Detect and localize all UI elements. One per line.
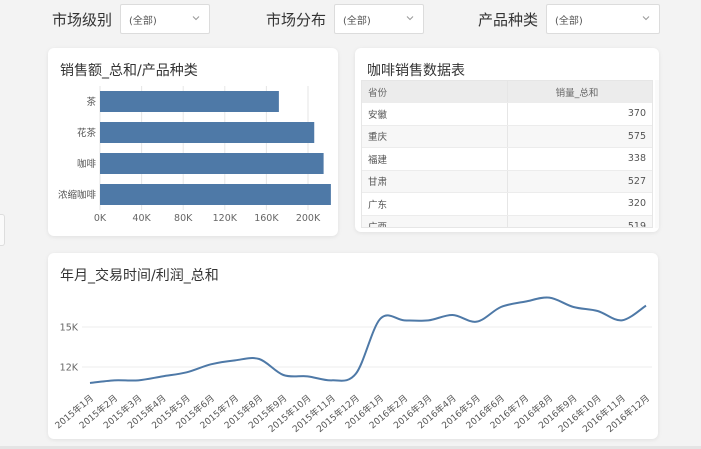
chevron-down-icon (406, 16, 414, 21)
filter-label: 市场分布 (266, 10, 327, 29)
cell-sales: 320 (627, 198, 646, 210)
cell-province: 福建 (362, 148, 508, 170)
market-distribution-select[interactable]: (全部) (334, 4, 425, 34)
table-row[interactable]: 甘肃 527 (362, 170, 652, 193)
chevron-down-icon (192, 16, 200, 21)
filter-market-level: 市场级别 (全部) (52, 4, 211, 34)
category-label: 茶 (86, 96, 96, 108)
table-row[interactable]: 广东 320 (362, 193, 652, 216)
bar-chart: 0K 40K 80K 120K 160K 200K 茶花茶咖啡浓缩咖啡 (58, 86, 331, 224)
table-row[interactable]: 安徽 370 (362, 103, 652, 126)
cell-sales: 519 (627, 220, 646, 228)
table-row[interactable]: 福建 338 (362, 148, 652, 171)
cell-sales: 527 (627, 175, 646, 187)
cell-province: 甘肃 (362, 170, 508, 192)
filter-label: 产品种类 (478, 10, 539, 29)
bar-chart-card: 销售额_总和/产品种类 0K 40K 80K 120K 160K 200K 茶花茶 咖啡 浓缩咖… (48, 48, 338, 236)
market-level-select[interactable]: (全部) (120, 4, 211, 34)
cell-province: 广西 (362, 215, 508, 227)
table-header-row: 省份 销量_总和 (362, 81, 652, 103)
select-value: (全部) (129, 15, 157, 27)
category-label: 浓缩咖啡 (58, 189, 97, 201)
cell-province: 重庆 (362, 125, 508, 147)
cell-province: 广东 (362, 193, 508, 215)
profit-line (89, 296, 647, 384)
line-chart-card: 年月_交易时间/利润_总和 12K 15K 2015年1月 2015年2月 2015年3… (48, 253, 658, 439)
table-row[interactable]: 广西 519 (362, 215, 652, 228)
x-tick-label: 200K (296, 213, 321, 224)
y-tick-label: 15K (60, 323, 79, 334)
filter-label: 市场级别 (52, 10, 113, 29)
x-tick-label: 120K (213, 213, 238, 224)
x-tick-label: 40K (132, 213, 151, 224)
x-tick-label: 160K (254, 213, 279, 224)
cell-province: 安徽 (362, 103, 508, 125)
category-label: 花茶 (77, 127, 97, 139)
y-tick-label: 12K (60, 363, 79, 374)
table-scrollbar[interactable] (655, 80, 659, 228)
filter-market-distribution: 市场分布 (全部) (266, 4, 425, 34)
select-value: (全部) (343, 15, 371, 27)
table-card: 咖啡销售数据表 省份 销量_总和 安徽 370 重庆 575 福建 338 甘肃… (355, 48, 659, 232)
select-value: (全部) (555, 15, 583, 27)
cell-sales: 370 (627, 108, 646, 120)
bar (100, 91, 279, 112)
bar (100, 184, 331, 205)
column-header-province[interactable]: 省份 (362, 81, 508, 102)
table-title: 咖啡销售数据表 (367, 63, 465, 79)
x-tick-label: 80K (174, 213, 193, 224)
column-header-sales[interactable]: 销量_总和 (508, 81, 652, 102)
line-chart: 12K15K2015年1月2015年2月2015年3月2015年4月2015年5… (52, 296, 652, 435)
coffee-sales-table: 省份 销量_总和 安徽 370 重庆 575 福建 338 甘肃 527 广东 … (361, 80, 653, 228)
filter-product-type: 产品种类 (全部) (478, 4, 661, 34)
x-tick-label: 0K (94, 213, 107, 224)
cell-sales: 338 (627, 153, 646, 165)
table-row[interactable]: 重庆 575 (362, 125, 652, 148)
bar (100, 122, 315, 143)
bar (100, 153, 324, 174)
product-type-select[interactable]: (全部) (546, 4, 661, 34)
side-panel-toggle[interactable] (0, 214, 5, 246)
cell-sales: 575 (627, 130, 646, 142)
chevron-down-icon (642, 16, 650, 21)
category-label: 咖啡 (77, 158, 97, 170)
